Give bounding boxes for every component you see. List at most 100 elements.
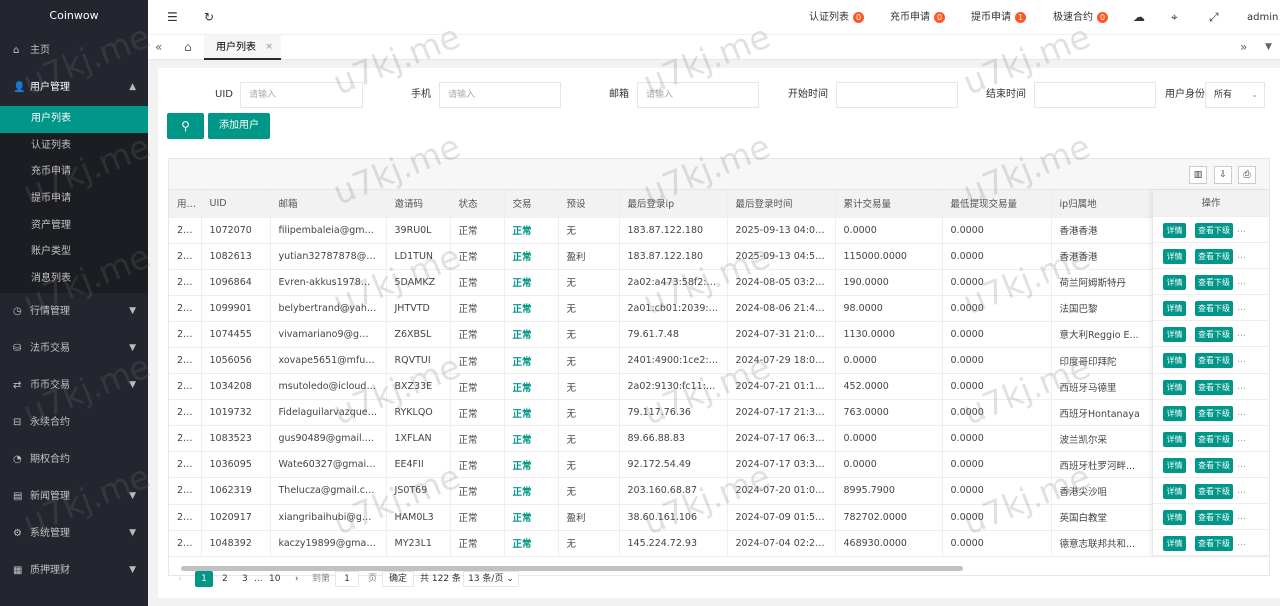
top-link-fast-contract[interactable]: 极速合约 0 bbox=[1053, 0, 1108, 35]
view-subordinates-button[interactable]: 查看下级 bbox=[1195, 275, 1233, 291]
top-link-withdraw[interactable]: 提币申请 1 bbox=[971, 0, 1026, 35]
search-button[interactable]: ⚲ bbox=[167, 113, 204, 139]
detail-button[interactable]: 详情 bbox=[1163, 275, 1186, 291]
view-subordinates-button[interactable]: 查看下级 bbox=[1195, 353, 1233, 369]
view-subordinates-button[interactable]: 查看下级 bbox=[1195, 405, 1233, 421]
column-header[interactable]: 交易 bbox=[504, 190, 559, 218]
detail-button[interactable]: 详情 bbox=[1163, 510, 1186, 526]
view-subordinates-button[interactable]: 查看下级 bbox=[1195, 327, 1233, 343]
page-1[interactable]: 1 bbox=[195, 571, 213, 587]
column-header[interactable]: 状态 bbox=[450, 190, 505, 218]
view-subordinates-button[interactable]: 查看下级 bbox=[1195, 249, 1233, 265]
table-row[interactable]: 268 1020917 xiangribaihubi@gmail... HAM0L3 正… bbox=[169, 504, 1269, 531]
table-row[interactable]: 279 1072070 filipembaleia@gmail... 39RU0L 正常… bbox=[169, 217, 1269, 244]
more-icon[interactable]: … bbox=[1237, 217, 1246, 243]
tag-icon[interactable]: ⌖ bbox=[1171, 0, 1178, 35]
tab-prev-icon[interactable]: « bbox=[155, 35, 162, 60]
table-row[interactable]: 276 1099901 belybertrand@yahoo.fr JHTVTD 正常正… bbox=[169, 295, 1269, 322]
print-icon[interactable]: ⎙ bbox=[1238, 166, 1256, 184]
table-row[interactable]: 270 1036095 Wate60327@gmail.com EE4FII 正常 正常无… bbox=[169, 451, 1269, 479]
detail-button[interactable]: 详情 bbox=[1163, 379, 1186, 395]
nav-spot[interactable]: ⇄ 币币交易 ▼ bbox=[0, 367, 148, 404]
columns-icon[interactable]: ▥ bbox=[1189, 166, 1207, 184]
column-header[interactable]: 累计交易量 bbox=[835, 190, 943, 218]
table-row[interactable]: 271 1083523 gus90489@gmail.com 1XFLAN 正常 正常无 8… bbox=[169, 425, 1269, 453]
uid-input[interactable]: 请输入 bbox=[240, 82, 363, 108]
page-size-select[interactable]: 13 条/页 ⌄ bbox=[463, 571, 519, 587]
column-header[interactable]: 最后登录时间 bbox=[727, 190, 836, 218]
nav-market[interactable]: ◷ 行情管理 ▼ bbox=[0, 293, 148, 330]
start-time-input[interactable] bbox=[836, 82, 958, 108]
table-row[interactable]: 278 1082613 yutian32787878@gm... LD1TUN 正常 正常… bbox=[169, 243, 1269, 270]
add-user-button[interactable]: 添加用户 bbox=[208, 113, 270, 139]
role-select[interactable]: 所有 ⌄ bbox=[1205, 82, 1265, 108]
view-subordinates-button[interactable]: 查看下级 bbox=[1195, 457, 1233, 473]
column-header[interactable]: 预设 bbox=[558, 190, 620, 218]
nav-system[interactable]: ⚙ 系统管理 ▼ bbox=[0, 515, 148, 552]
page-input[interactable]: 1 bbox=[335, 571, 359, 587]
table-row[interactable]: 277 1096864 Evren-akkus1978@o... 5DAMKZ 正常 正常… bbox=[169, 269, 1269, 296]
page-10[interactable]: 10 bbox=[269, 571, 280, 587]
column-header[interactable]: 邀请码 bbox=[386, 190, 451, 218]
page-2[interactable]: 2 bbox=[222, 571, 228, 587]
more-icon[interactable]: … bbox=[1237, 478, 1246, 504]
detail-button[interactable]: 详情 bbox=[1163, 483, 1186, 499]
theme-icon[interactable]: ☁ bbox=[1133, 0, 1145, 35]
export-icon[interactable]: ⇩ bbox=[1214, 166, 1232, 184]
column-header[interactable]: 最后登录ip bbox=[619, 190, 728, 218]
more-icon[interactable]: … bbox=[1237, 295, 1246, 321]
email-input[interactable]: 请输入 bbox=[637, 82, 759, 108]
fullscreen-icon[interactable]: ⤢ bbox=[1209, 0, 1219, 35]
detail-button[interactable]: 详情 bbox=[1163, 431, 1186, 447]
phone-input[interactable]: 请输入 bbox=[439, 82, 561, 108]
detail-button[interactable]: 详情 bbox=[1163, 536, 1186, 552]
close-icon[interactable]: × bbox=[265, 35, 273, 60]
detail-button[interactable]: 详情 bbox=[1163, 327, 1186, 343]
sidebar-item-account-type[interactable]: 账户类型 bbox=[0, 239, 148, 266]
menu-toggle-icon[interactable]: ☰ bbox=[167, 0, 178, 35]
detail-button[interactable]: 详情 bbox=[1163, 249, 1186, 265]
tab-next-icon[interactable]: » bbox=[1240, 35, 1247, 60]
top-link-deposit[interactable]: 充币申请 0 bbox=[890, 0, 945, 35]
detail-button[interactable]: 详情 bbox=[1163, 405, 1186, 421]
page-3[interactable]: 3 bbox=[242, 571, 248, 587]
more-icon[interactable]: … bbox=[1237, 347, 1246, 373]
home-tab-icon[interactable]: ⌂ bbox=[184, 35, 192, 60]
table-row[interactable]: 275 1074455 vivamariano9@gmail.... Z6XBSL 正常… bbox=[169, 321, 1269, 348]
nav-perpetual[interactable]: ⊟ 永续合约 bbox=[0, 404, 148, 441]
view-subordinates-button[interactable]: 查看下级 bbox=[1195, 431, 1233, 447]
more-icon[interactable]: … bbox=[1237, 374, 1246, 400]
refresh-icon[interactable]: ↻ bbox=[204, 0, 214, 35]
more-icon[interactable]: … bbox=[1237, 530, 1246, 556]
nav-fiat[interactable]: ⛁ 法币交易 ▼ bbox=[0, 330, 148, 367]
view-subordinates-button[interactable]: 查看下级 bbox=[1195, 483, 1233, 499]
more-icon[interactable]: … bbox=[1237, 504, 1246, 530]
user-menu[interactable]: admin bbox=[1247, 0, 1278, 35]
nav-options[interactable]: ◔ 期权合约 bbox=[0, 441, 148, 478]
view-subordinates-button[interactable]: 查看下级 bbox=[1195, 223, 1233, 238]
nav-news[interactable]: ▤ 新闻管理 ▼ bbox=[0, 478, 148, 515]
detail-button[interactable]: 详情 bbox=[1163, 301, 1186, 317]
detail-button[interactable]: 详情 bbox=[1163, 353, 1186, 369]
confirm-button[interactable]: 确定 bbox=[382, 571, 414, 587]
sidebar-item-withdraw[interactable]: 提币申请 bbox=[0, 186, 148, 213]
sidebar-item-assets[interactable]: 资产管理 bbox=[0, 213, 148, 240]
more-icon[interactable]: … bbox=[1237, 269, 1246, 295]
column-header[interactable]: 邮箱 bbox=[270, 190, 387, 218]
detail-button[interactable]: 详情 bbox=[1163, 457, 1186, 473]
table-row[interactable]: 269 1062319 Thelucza@gmail.com JS0T69 正常 正常无 2… bbox=[169, 477, 1269, 505]
more-icon[interactable]: … bbox=[1237, 400, 1246, 426]
chevron-down-icon[interactable]: ▼ bbox=[1265, 35, 1272, 60]
column-header[interactable]: 用... bbox=[169, 190, 202, 218]
prev-page-icon[interactable]: ‹ bbox=[178, 571, 182, 587]
nav-user-management[interactable]: 👤 用户管理 ▲ bbox=[0, 69, 148, 106]
more-icon[interactable]: … bbox=[1237, 321, 1246, 347]
table-row[interactable]: 273 1034208 msutoledo@icloud.com BXZ33E 正常 正常… bbox=[169, 373, 1269, 401]
view-subordinates-button[interactable]: 查看下级 bbox=[1195, 379, 1233, 395]
sidebar-item-user-list[interactable]: 用户列表 bbox=[0, 106, 148, 133]
more-icon[interactable]: … bbox=[1237, 452, 1246, 478]
table-row[interactable]: 267 1048392 kaczy19899@gmail.c... MY23L1 正常正… bbox=[169, 530, 1269, 557]
column-header[interactable]: 最低提现交易量 bbox=[942, 190, 1052, 218]
tab-user-list[interactable]: 用户列表 × bbox=[204, 35, 281, 60]
nav-home[interactable]: ⌂ 主页 bbox=[0, 32, 148, 69]
